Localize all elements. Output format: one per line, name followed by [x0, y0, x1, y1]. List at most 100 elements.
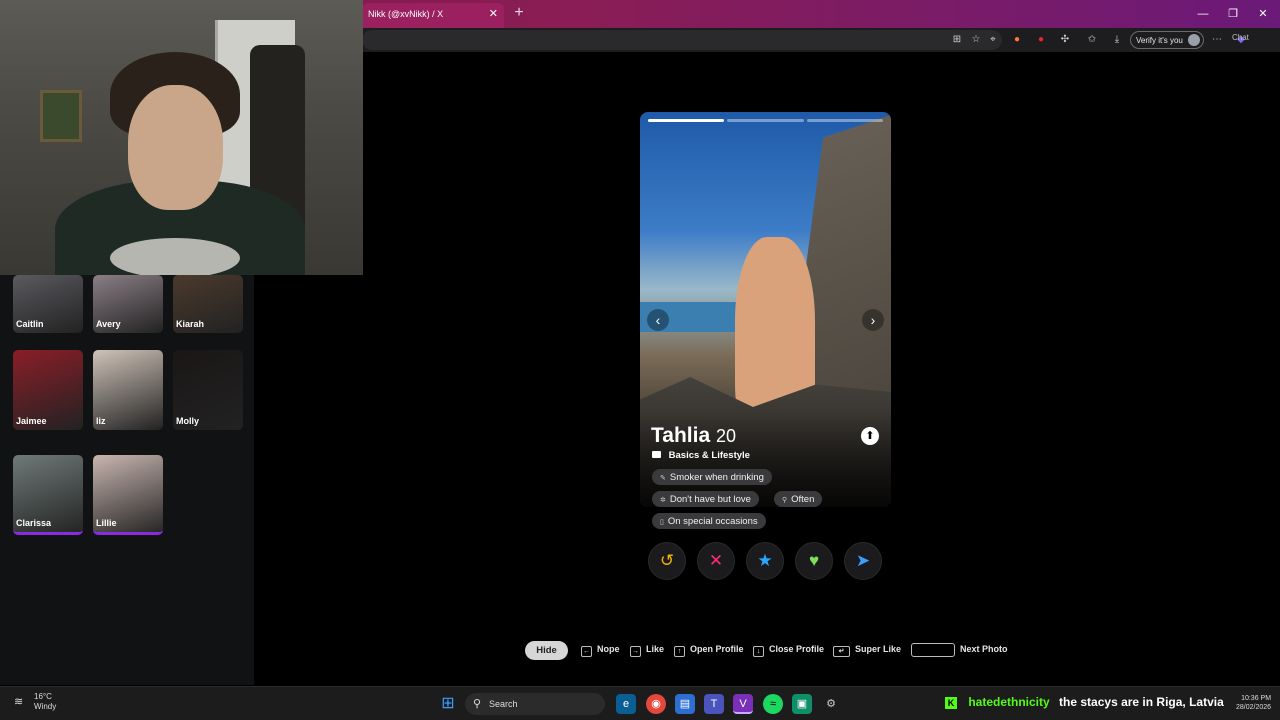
- verify-label: Verify it's you: [1136, 36, 1183, 45]
- drink-icon: ▯: [660, 519, 664, 526]
- match-name: liz: [96, 416, 106, 426]
- match-tile[interactable]: Caitlin: [13, 275, 83, 333]
- extension-icon[interactable]: ●: [1010, 33, 1024, 47]
- search-placeholder: Search: [489, 699, 518, 709]
- match-name: Kiarah: [176, 319, 205, 329]
- arrow-left-key-icon: ←: [581, 646, 592, 657]
- space-key-icon: [911, 643, 955, 657]
- hint-label: Nope: [597, 644, 620, 654]
- extension-shield-icon[interactable]: ●: [1034, 33, 1048, 47]
- extensions-puzzle-icon[interactable]: ✣: [1058, 33, 1072, 47]
- chat-label[interactable]: Chat: [1232, 33, 1249, 42]
- hint-open-profile: ↑ Open Profile: [674, 644, 744, 657]
- match-name: Clarissa: [16, 518, 52, 528]
- arrow-up-key-icon: ↑: [674, 646, 685, 657]
- tag-icon: [652, 451, 661, 458]
- lifestyle-tag: ✲ Don't have but love: [652, 491, 759, 507]
- open-profile-arrow-icon[interactable]: ⬆: [861, 427, 879, 445]
- tag-label: Smoker when drinking: [669, 472, 764, 483]
- hide-shortcuts-button[interactable]: Hide: [525, 641, 568, 660]
- webcam-picture-frame: [40, 90, 82, 142]
- vegas-icon[interactable]: V: [733, 694, 753, 714]
- verify-profile-button[interactable]: Verify it's you: [1130, 31, 1204, 49]
- tab-title: Nikk (@xvNikk) / X: [368, 9, 444, 19]
- weather-condition: Windy: [34, 702, 57, 711]
- taskbar-search[interactable]: ⚲ Search: [465, 693, 605, 715]
- clock-date: 28/02/2026: [1236, 704, 1272, 711]
- hint-super-like: ↵ Super Like: [833, 644, 901, 657]
- match-tile[interactable]: Kiarah: [173, 275, 243, 333]
- like-button[interactable]: ♥: [795, 542, 833, 580]
- next-photo-button[interactable]: ›: [862, 309, 884, 331]
- ticker-message: the stacys are in Riga, Latvia: [1059, 695, 1224, 709]
- match-tile[interactable]: Clarissa: [13, 455, 83, 535]
- match-name: Lillie: [96, 518, 117, 528]
- match-tile[interactable]: Lillie: [93, 455, 163, 535]
- hint-next-photo: Next Photo: [960, 644, 1008, 654]
- rewind-button[interactable]: ↺: [648, 542, 686, 580]
- tab-close-icon[interactable]: ✕: [489, 7, 498, 20]
- tag-label: On special occasions: [667, 516, 758, 527]
- avatar: [1188, 34, 1200, 46]
- start-windows-icon[interactable]: ⊞: [438, 694, 458, 714]
- minimize-button[interactable]: —: [1188, 5, 1218, 23]
- photo-progress-segment: [727, 119, 804, 122]
- close-window-button[interactable]: ✕: [1248, 5, 1278, 23]
- match-tile[interactable]: liz: [93, 350, 163, 430]
- teams-icon[interactable]: T: [704, 694, 724, 714]
- spotify-icon[interactable]: ≈: [763, 694, 783, 714]
- kick-icon: K: [945, 697, 957, 709]
- new-tab-button[interactable]: +: [510, 4, 528, 22]
- hint-label: Open Profile: [690, 644, 744, 654]
- hint-like: → Like: [630, 644, 664, 657]
- match-tile[interactable]: Molly: [173, 350, 243, 430]
- smoking-icon: ✎: [660, 475, 666, 482]
- edge-icon[interactable]: e: [616, 694, 636, 714]
- hint-close-profile: ↓ Close Profile: [753, 644, 824, 657]
- photo-progress-segment: [806, 119, 883, 122]
- search-icon: ⚲: [473, 698, 482, 710]
- app-icon[interactable]: ▣: [792, 694, 812, 714]
- lifestyle-tag: ⚲ Often: [774, 491, 823, 507]
- favorites-icon[interactable]: ✩: [1085, 33, 1099, 47]
- address-bar[interactable]: [362, 30, 1002, 50]
- location-icon[interactable]: ⌖: [986, 33, 1000, 47]
- wind-icon: ≋: [14, 696, 24, 708]
- hint-label: Close Profile: [769, 644, 825, 654]
- settings-gear-icon[interactable]: ⚙: [821, 694, 841, 714]
- hint-label: Super Like: [855, 644, 902, 654]
- tab-search-icon[interactable]: ⊞: [950, 33, 964, 47]
- browser-tab[interactable]: Nikk (@xvNikk) / X ✕: [362, 3, 504, 28]
- profile-name-text: Tahlia: [651, 424, 711, 447]
- enter-key-icon: ↵: [833, 646, 850, 657]
- lifestyle-tag: ✎ Smoker when drinking: [652, 469, 772, 485]
- webcam-face: [128, 85, 223, 210]
- more-menu-icon[interactable]: ⋯: [1210, 33, 1224, 47]
- notepad-icon[interactable]: ▤: [675, 694, 695, 714]
- chrome-icon[interactable]: ◉: [646, 694, 666, 714]
- pets-icon: ✲: [660, 497, 666, 504]
- webcam-shirt-print: [110, 238, 240, 275]
- clock-time: 10:36 PM: [1241, 695, 1272, 702]
- weather-widget[interactable]: ≋ 16°C Windy: [14, 692, 56, 712]
- hint-label: Like: [646, 644, 665, 654]
- tag-label: Don't have but love: [669, 494, 751, 505]
- system-clock[interactable]: 10:36 PM 28/02/2026: [1236, 694, 1271, 712]
- bookmark-star-icon[interactable]: ☆: [969, 33, 983, 47]
- previous-photo-button[interactable]: ‹: [647, 309, 669, 331]
- match-tile[interactable]: Avery: [93, 275, 163, 333]
- boost-button[interactable]: ➤: [844, 542, 882, 580]
- match-name: Molly: [176, 416, 200, 426]
- match-tile[interactable]: Jaimee: [13, 350, 83, 430]
- super-like-button[interactable]: ★: [746, 542, 784, 580]
- nope-button[interactable]: ✕: [697, 542, 735, 580]
- downloads-icon[interactable]: ⤓: [1110, 33, 1124, 47]
- match-name: Avery: [96, 319, 121, 329]
- section-title-text: Basics & Lifestyle: [668, 450, 750, 461]
- chat-ticker: K hatedethnicity the stacys are in Riga,…: [945, 695, 1224, 709]
- arrow-down-key-icon: ↓: [753, 646, 764, 657]
- arrow-right-key-icon: →: [630, 646, 641, 657]
- match-name: Caitlin: [16, 319, 44, 329]
- restore-button[interactable]: ❐: [1218, 5, 1248, 23]
- ticker-username: hatedethnicity: [968, 695, 1050, 709]
